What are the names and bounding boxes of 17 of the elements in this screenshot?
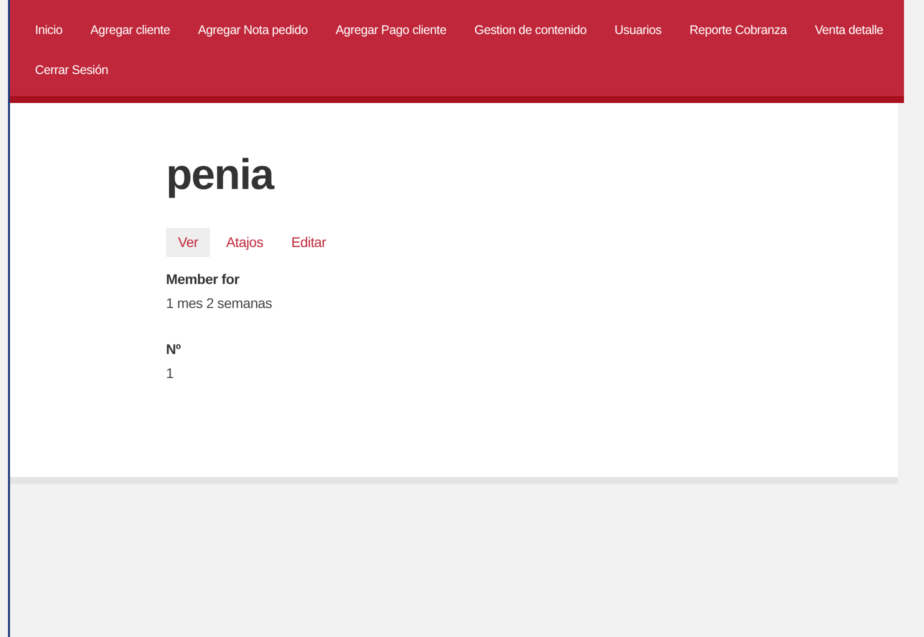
nav-link[interactable]: Cerrar Sesión [24,50,120,90]
nav-link[interactable]: Usuarios [604,10,672,50]
nav-link[interactable]: Agregar Nota pedido [186,10,319,50]
nav-link[interactable]: Reporte Cobranza [678,10,798,50]
nav-link[interactable]: Gestion de contenido [463,10,598,50]
field-value: 1 [166,365,174,381]
page-title: penia [166,151,276,200]
tab[interactable]: Editar [279,228,338,257]
field-label: Member for [166,271,240,287]
field-value: 1 mes 2 semanas [166,295,273,311]
tab[interactable]: Atajos [214,228,276,257]
nav-link[interactable]: Venta detalle [804,10,894,50]
field-label: Nº [166,341,182,357]
nav-link[interactable]: Inicio [24,10,74,50]
nav-link[interactable]: Agregar Pago cliente [324,10,458,50]
nav-link[interactable]: Agregar cliente [79,10,181,50]
tab[interactable]: Ver [166,228,210,257]
